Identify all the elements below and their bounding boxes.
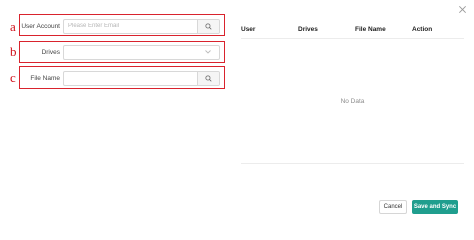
file-name-row: File Name	[20, 69, 223, 87]
file-name-search-button[interactable]	[197, 71, 219, 85]
file-name-field	[63, 70, 220, 86]
annotation-c: c	[10, 70, 16, 85]
chevron-down-icon	[205, 50, 211, 54]
user-account-row: User Account	[20, 17, 223, 35]
column-header-drives: Drives	[298, 26, 318, 33]
file-name-label: File Name	[30, 74, 60, 82]
cancel-button[interactable]: Cancel	[379, 200, 407, 214]
column-header-user: User	[241, 26, 256, 33]
search-icon	[205, 22, 212, 30]
drives-label: Drives	[41, 48, 60, 56]
save-and-sync-button[interactable]: Save and Sync	[412, 200, 458, 214]
user-account-field	[63, 18, 220, 34]
drives-select[interactable]	[63, 44, 220, 60]
annotation-a: a	[10, 19, 16, 34]
results-table: User Drives File Name Action No Data	[241, 21, 464, 164]
file-name-input[interactable]	[64, 71, 197, 85]
empty-state: No Data	[241, 39, 464, 164]
search-icon	[205, 74, 212, 82]
user-account-label: User Account	[21, 22, 60, 30]
drives-row: Drives	[20, 43, 223, 61]
table-header: User Drives File Name Action	[241, 21, 464, 39]
annotation-b: b	[10, 44, 17, 59]
column-header-action: Action	[412, 26, 433, 33]
column-header-file-name: File Name	[355, 26, 386, 33]
close-icon[interactable]	[458, 5, 467, 14]
user-account-search-button[interactable]	[197, 19, 219, 33]
user-account-input[interactable]	[64, 19, 197, 33]
empty-state-text: No Data	[340, 97, 365, 105]
